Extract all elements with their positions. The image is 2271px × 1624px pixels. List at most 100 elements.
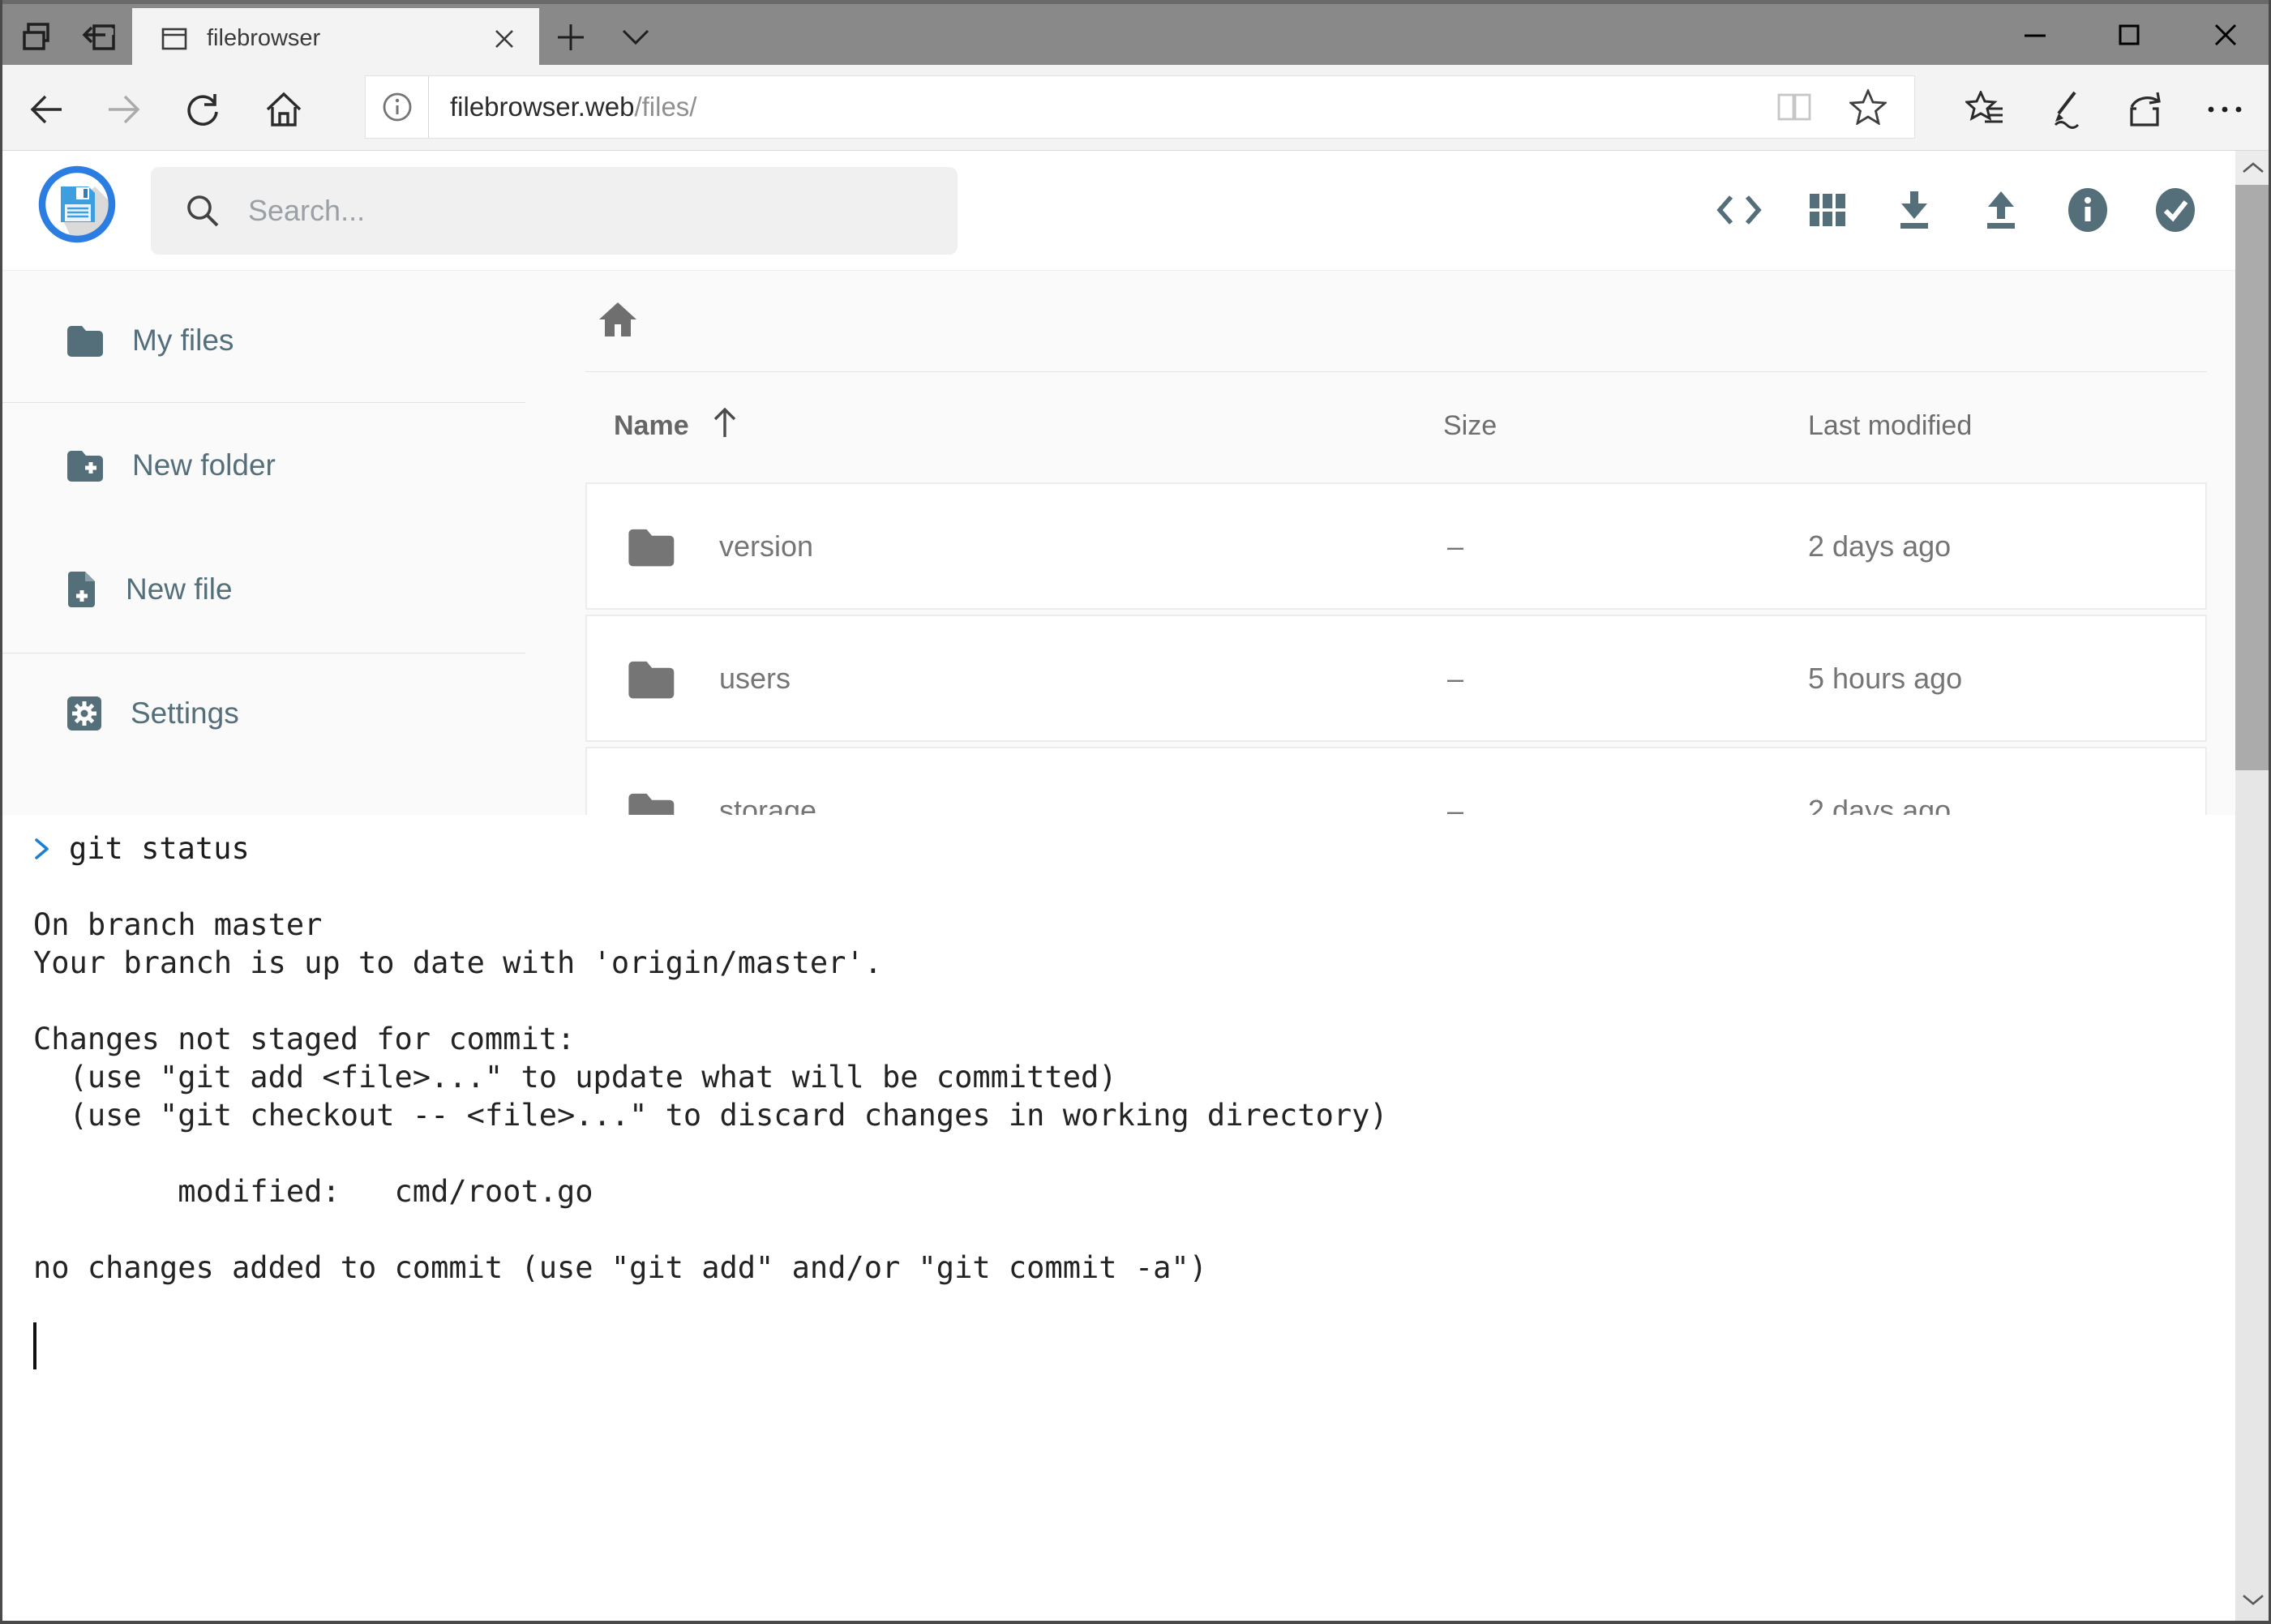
terminal-output-line	[33, 982, 2235, 1020]
page-scrollbar[interactable]	[2235, 151, 2271, 1624]
reading-view-icon	[1776, 92, 1812, 122]
reading-view-button[interactable]	[1776, 92, 1812, 122]
scroll-up-button[interactable]	[2235, 151, 2271, 185]
address-bar[interactable]: filebrowser.web/files/	[365, 75, 1915, 139]
terminal-prompt-line: git status	[33, 829, 2235, 868]
share-icon	[2125, 89, 2166, 130]
search-input[interactable]: Search...	[151, 167, 958, 255]
close-icon	[494, 28, 515, 49]
minimize-icon	[2024, 24, 2046, 46]
ellipsis-icon	[2205, 104, 2244, 115]
file-row-version[interactable]: version – 2 days ago	[585, 482, 2207, 610]
url-text: filebrowser.web/files/	[450, 92, 696, 122]
sidebar-item-new-file[interactable]: New file	[2, 552, 525, 627]
sidebar-item-new-folder[interactable]: New folder	[2, 428, 525, 503]
terminal-output-line	[33, 1211, 2235, 1249]
terminal-output-line: (use "git add <file>..." to update what …	[33, 1058, 2235, 1096]
sidebar-item-label: New file	[126, 572, 233, 606]
code-view-button[interactable]	[1703, 174, 1776, 246]
file-modified: 5 hours ago	[1808, 662, 1962, 696]
browser-tab-bar: filebrowser	[0, 0, 2271, 65]
check-circle-icon	[2155, 187, 2196, 233]
info-button[interactable]	[2051, 174, 2124, 246]
sidebar-divider	[2, 402, 525, 403]
column-header-size[interactable]: Size	[1443, 410, 1497, 442]
favorite-star-icon	[1849, 89, 1887, 125]
page-icon	[161, 27, 187, 51]
download-icon	[1895, 190, 1934, 230]
prompt-chevron-icon	[33, 836, 51, 862]
hub-icon	[1965, 91, 2007, 128]
scroll-down-button[interactable]	[2235, 1577, 2271, 1622]
info-icon	[381, 91, 413, 123]
breadcrumb-home-button[interactable]	[596, 298, 640, 342]
search-icon	[185, 193, 221, 229]
refresh-icon	[182, 89, 223, 130]
share-button[interactable]	[2119, 88, 2171, 131]
tab-preview-button[interactable]	[15, 20, 60, 58]
grid-view-icon	[1808, 191, 1847, 229]
settings-icon	[66, 695, 103, 732]
web-notes-button[interactable]	[2040, 88, 2092, 131]
close-window-button[interactable]	[2185, 4, 2266, 65]
scrollbar-thumb[interactable]	[2235, 185, 2271, 770]
sidebar-item-label: Settings	[131, 696, 239, 731]
site-info-button[interactable]	[366, 76, 429, 138]
create-file-icon	[66, 570, 98, 609]
search-placeholder: Search...	[248, 194, 365, 228]
file-name: users	[719, 662, 791, 696]
refresh-button[interactable]	[177, 88, 229, 131]
terminal-panel[interactable]: git status On branch master Your branch …	[2, 815, 2235, 1621]
terminal-cursor[interactable]	[33, 1322, 36, 1369]
upload-button[interactable]	[1965, 174, 2037, 246]
back-button[interactable]	[19, 88, 71, 131]
forward-icon	[105, 90, 144, 129]
forward-button[interactable]	[99, 88, 151, 131]
folder-icon	[66, 324, 105, 358]
url-host: filebrowser.web	[450, 92, 634, 122]
close-icon	[2214, 24, 2237, 46]
sidebar-item-my-files[interactable]: My files	[2, 303, 525, 378]
browser-tab-filebrowser[interactable]: filebrowser	[132, 8, 539, 69]
sidebar-item-label: My files	[132, 324, 234, 358]
file-row-users[interactable]: users – 5 hours ago	[585, 615, 2207, 742]
hub-button[interactable]	[1960, 88, 2012, 131]
upload-icon	[1982, 190, 2020, 230]
add-favorite-button[interactable]	[1849, 89, 1887, 125]
set-tabs-aside-button[interactable]	[76, 20, 122, 58]
column-label: Name	[614, 410, 689, 441]
column-header-modified[interactable]: Last modified	[1808, 410, 1972, 442]
browser-nav-bar: filebrowser.web/files/	[0, 65, 2271, 151]
maximize-button[interactable]	[2089, 4, 2170, 65]
file-name: version	[719, 529, 813, 563]
sidebar-item-settings[interactable]: Settings	[2, 676, 525, 751]
file-size: –	[1447, 662, 1463, 696]
terminal-output-line: On branch master	[33, 906, 2235, 944]
select-multiple-button[interactable]	[2139, 174, 2212, 246]
chevron-down-icon	[621, 28, 650, 50]
maximize-icon	[2119, 24, 2140, 45]
terminal-output-line: Changes not staged for commit:	[33, 1020, 2235, 1058]
tab-close-button[interactable]	[494, 28, 515, 49]
new-tab-button[interactable]	[548, 20, 593, 58]
code-view-icon	[1716, 194, 1762, 226]
minimize-button[interactable]	[1995, 4, 2076, 65]
terminal-command: git status	[69, 829, 250, 868]
grid-view-button[interactable]	[1791, 174, 1864, 246]
home-button[interactable]	[258, 88, 310, 131]
url-path: /files/	[634, 92, 696, 122]
folder-icon	[626, 526, 678, 568]
filebrowser-logo[interactable]	[38, 165, 116, 243]
tab-preview-chevron[interactable]	[613, 20, 658, 58]
chevron-up-icon	[2241, 161, 2265, 174]
back-icon	[26, 90, 65, 129]
home-icon	[264, 89, 304, 130]
plus-icon	[555, 22, 586, 57]
column-header-name[interactable]: Name	[614, 410, 689, 442]
sort-ascending-icon[interactable]	[709, 405, 740, 447]
download-button[interactable]	[1878, 174, 1951, 246]
set-tabs-aside-icon	[81, 21, 117, 58]
tab-title: filebrowser	[207, 25, 494, 52]
filebrowser-header: Search...	[2, 151, 2235, 271]
settings-menu-button[interactable]	[2199, 88, 2251, 131]
